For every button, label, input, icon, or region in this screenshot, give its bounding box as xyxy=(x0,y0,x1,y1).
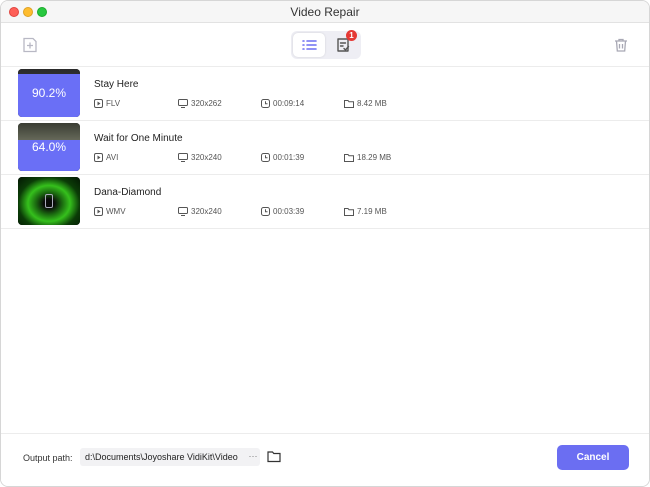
delete-all-button[interactable] xyxy=(610,34,632,56)
monitor-icon xyxy=(178,99,188,108)
play-icon xyxy=(94,99,103,108)
video-thumbnail: 90.2% xyxy=(18,69,80,117)
progress-percent: 64.0% xyxy=(31,140,67,154)
toolbar: 1 xyxy=(1,23,649,67)
title-bar: Video Repair xyxy=(1,1,649,23)
app-window: Video Repair 1 90.2% Stay Here FLV 320x2… xyxy=(0,0,650,487)
clock-icon xyxy=(261,153,270,162)
clock-icon xyxy=(261,207,270,216)
video-thumbnail xyxy=(18,177,80,225)
add-file-icon xyxy=(23,37,37,53)
file-name: Dana-Diamond xyxy=(94,187,162,198)
file-size: 7.19 MB xyxy=(344,207,387,216)
output-path-label: Output path: xyxy=(23,453,73,463)
file-format: WMV xyxy=(94,207,126,216)
task-count-badge: 1 xyxy=(346,30,357,41)
output-path-field[interactable]: d:\Documents\Joyoshare VidiKit\Video xyxy=(80,448,260,466)
file-size: 8.42 MB xyxy=(344,99,387,108)
file-size: 18.29 MB xyxy=(344,153,391,162)
file-format: FLV xyxy=(94,99,120,108)
play-icon xyxy=(94,153,103,162)
open-folder-button[interactable] xyxy=(267,450,281,464)
file-name: Wait for One Minute xyxy=(94,133,183,144)
browse-more-button[interactable]: ··· xyxy=(245,448,261,466)
cancel-button[interactable]: Cancel xyxy=(557,445,629,470)
progress-percent: 90.2% xyxy=(31,86,67,100)
list-view-icon xyxy=(302,40,317,50)
folder-icon xyxy=(344,100,354,108)
folder-icon xyxy=(267,451,281,463)
file-resolution: 320x262 xyxy=(178,99,222,108)
list-view-tab[interactable] xyxy=(293,33,325,57)
file-row[interactable]: 64.0% Wait for One Minute AVI 320x240 00… xyxy=(1,121,649,175)
file-duration: 00:09:14 xyxy=(261,99,304,108)
play-icon xyxy=(94,207,103,216)
window-title: Video Repair xyxy=(290,5,360,19)
add-file-button[interactable] xyxy=(19,34,41,56)
file-duration: 00:01:39 xyxy=(261,153,304,162)
file-row[interactable]: Dana-Diamond WMV 320x240 00:03:39 7.19 M… xyxy=(1,175,649,229)
footer-bar: Output path: d:\Documents\Joyoshare Vidi… xyxy=(1,433,649,486)
monitor-icon xyxy=(178,153,188,162)
file-row[interactable]: 90.2% Stay Here FLV 320x262 00:09:14 8.4… xyxy=(1,67,649,121)
folder-icon xyxy=(344,208,354,216)
file-resolution: 320x240 xyxy=(178,207,222,216)
video-thumbnail: 64.0% xyxy=(18,123,80,171)
file-name: Stay Here xyxy=(94,79,139,90)
file-duration: 00:03:39 xyxy=(261,207,304,216)
view-switcher: 1 xyxy=(291,30,361,59)
folder-icon xyxy=(344,154,354,162)
monitor-icon xyxy=(178,207,188,216)
clock-icon xyxy=(261,99,270,108)
trash-icon xyxy=(615,38,627,52)
task-list-tab[interactable]: 1 xyxy=(327,30,359,57)
file-list: 90.2% Stay Here FLV 320x262 00:09:14 8.4… xyxy=(1,67,649,229)
file-format: AVI xyxy=(94,153,118,162)
file-resolution: 320x240 xyxy=(178,153,222,162)
